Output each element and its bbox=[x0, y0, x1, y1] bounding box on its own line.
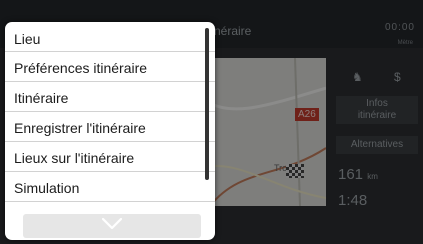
menu-item-save-route[interactable]: Enregistrer l'itinéraire bbox=[5, 112, 215, 142]
more-button[interactable] bbox=[23, 214, 201, 238]
menu-item-itinerary[interactable]: Itinéraire bbox=[5, 82, 215, 112]
menu-item-places-on-route[interactable]: Lieux sur l'itinéraire bbox=[5, 142, 215, 172]
menu-item-label: Simulation bbox=[14, 180, 80, 196]
menu-item-label: Préférences itinéraire bbox=[14, 60, 148, 76]
menu-item-label: Lieux sur l'itinéraire bbox=[14, 150, 135, 166]
menu-item-label: Lieu bbox=[14, 31, 41, 47]
route-menu: Lieu Préférences itinéraire Itinéraire E… bbox=[5, 22, 215, 240]
chevron-down-icon bbox=[102, 218, 122, 230]
menu-item-simulation[interactable]: Simulation bbox=[5, 172, 215, 202]
menu-item-route-preferences[interactable]: Préférences itinéraire bbox=[5, 52, 215, 82]
menu-item-lieu[interactable]: Lieu bbox=[5, 22, 215, 52]
menu-scrollbar[interactable] bbox=[205, 28, 209, 180]
menu-item-label: Itinéraire bbox=[14, 90, 69, 106]
menu-list: Lieu Préférences itinéraire Itinéraire E… bbox=[5, 22, 215, 202]
menu-item-label: Enregistrer l'itinéraire bbox=[14, 120, 146, 136]
screen: néraire 00:00 Mètre A26 Tro ♞ $ Infos it… bbox=[0, 0, 423, 244]
